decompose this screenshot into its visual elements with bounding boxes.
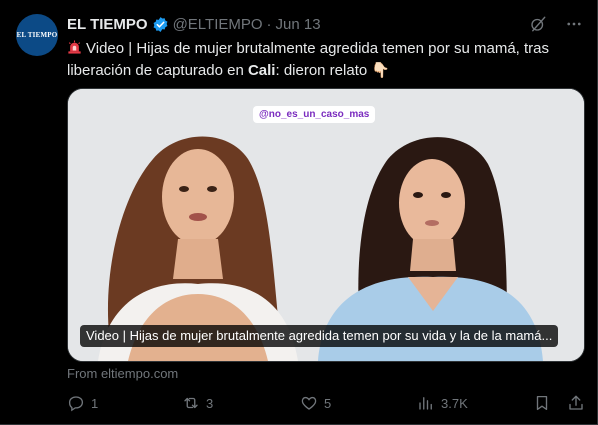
- repost-button[interactable]: 3: [182, 394, 213, 412]
- reply-button[interactable]: 1: [67, 394, 98, 412]
- video-watermark-tag: @no_es_un_caso_mas: [253, 106, 376, 123]
- like-count: 5: [324, 395, 332, 411]
- grok-icon[interactable]: [528, 14, 548, 34]
- heart-icon: [301, 396, 317, 410]
- more-options-icon[interactable]: [564, 14, 584, 34]
- siren-emoji-icon: [68, 40, 81, 54]
- tweet-header: EL TIEMPO @ELTIEMPO · Jun 13: [67, 14, 321, 34]
- tweet-text: Video | Hijas de mujer brutalmente agred…: [67, 38, 567, 82]
- author-name[interactable]: EL TIEMPO: [67, 16, 148, 33]
- tweet-top-actions: [528, 14, 584, 34]
- repost-icon: [184, 397, 198, 409]
- video-thumbnail[interactable]: [68, 89, 584, 361]
- views-chart-icon: [419, 397, 432, 410]
- avatar[interactable]: EL TIEMPO: [16, 14, 58, 56]
- bookmark-icon: [536, 395, 548, 411]
- views-button[interactable]: 3.7K: [417, 394, 468, 412]
- author-handle[interactable]: @ELTIEMPO: [173, 16, 263, 33]
- bookmark-button[interactable]: [533, 394, 551, 412]
- tweet-text-part2: : dieron relato 👇🏻: [275, 62, 391, 79]
- share-icon: [569, 395, 583, 410]
- media-card[interactable]: @no_es_un_caso_mas Video | Hijas de muje…: [67, 88, 585, 362]
- avatar-logo-text: EL TIEMPO: [16, 31, 58, 39]
- tweet-actions-bar: 1 3 5 3.7K: [67, 394, 587, 414]
- video-caption[interactable]: Video | Hijas de mujer brutalmente agred…: [80, 325, 559, 347]
- like-button[interactable]: 5: [300, 394, 331, 412]
- repost-count: 3: [206, 395, 214, 411]
- reply-count: 1: [91, 395, 99, 411]
- tweet-text-bold: Cali: [247, 62, 276, 79]
- tweet-date[interactable]: Jun 13: [276, 16, 321, 33]
- link-source[interactable]: From eltiempo.com: [67, 366, 178, 381]
- reply-icon: [68, 396, 84, 412]
- verified-badge-icon: [153, 16, 168, 32]
- share-button[interactable]: [567, 394, 585, 412]
- separator-dot: ·: [266, 15, 272, 33]
- views-count: 3.7K: [441, 395, 468, 411]
